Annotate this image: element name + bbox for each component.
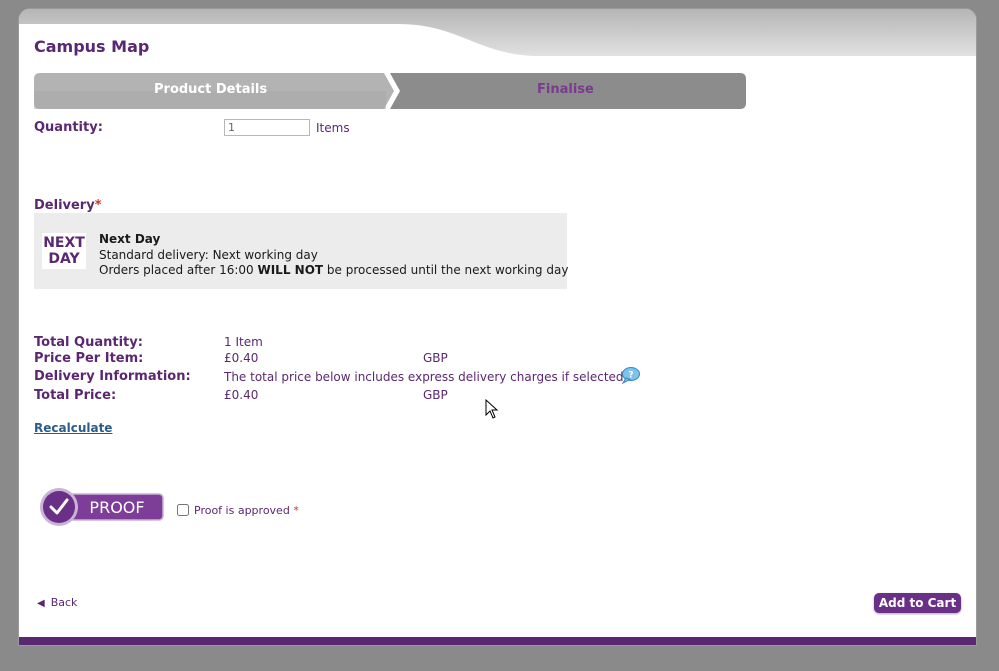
total-quantity-value: 1 Item [224, 335, 263, 349]
quantity-label: Quantity: [34, 120, 103, 135]
left-triangle-icon: ◀ [37, 598, 45, 609]
svg-text:?: ? [628, 371, 633, 381]
recalculate-link[interactable]: Recalculate [34, 421, 112, 435]
header-wave-decoration [19, 9, 976, 58]
add-to-cart-button[interactable]: Add to Cart [874, 593, 961, 613]
quantity-input[interactable] [224, 119, 310, 136]
total-price-label: Total Price: [34, 388, 117, 403]
mouse-pointer-icon [485, 399, 499, 419]
quantity-unit: Items [316, 121, 350, 135]
delivery-information-label: Delivery Information: [34, 369, 191, 384]
delivery-option-next-day[interactable]: NEXT DAY Next Day Standard delivery: Nex… [34, 213, 569, 289]
price-per-item-value: £0.40 [224, 351, 259, 365]
page-title: Campus Map [34, 37, 150, 56]
delivery-option-title: Next Day [99, 232, 161, 246]
progress-steps: Product Details Finalise [34, 73, 746, 109]
delivery-option-line2: Orders placed after 16:00 WILL NOT be pr… [99, 263, 569, 277]
proof-approved-label[interactable]: Proof is approved * [194, 504, 299, 517]
steps-background [34, 73, 746, 109]
delivery-option-line1: Standard delivery: Next working day [99, 248, 318, 262]
total-price-currency: GBP [423, 388, 448, 402]
back-link[interactable]: ◀ Back [37, 596, 77, 609]
delivery-label: Delivery* [34, 198, 102, 213]
total-price-value: £0.40 [224, 388, 259, 402]
step-product-details: Product Details [154, 82, 268, 97]
price-per-item-currency: GBP [423, 351, 448, 365]
next-day-logo: NEXT DAY [42, 233, 86, 269]
delivery-information-value: The total price below includes express d… [224, 370, 628, 384]
proof-approved-checkbox[interactable] [177, 504, 189, 516]
main-panel: Campus Map Product Details Finalise Quan… [18, 8, 977, 646]
step-finalise: Finalise [537, 82, 594, 97]
footer-bar [19, 637, 976, 645]
price-per-item-label: Price Per Item: [34, 351, 144, 366]
proof-badge: PROOF [40, 488, 164, 526]
help-speech-bubble-icon[interactable]: ? [620, 366, 640, 384]
proof-badge-text: PROOF [89, 498, 144, 517]
total-quantity-label: Total Quantity: [34, 335, 143, 350]
